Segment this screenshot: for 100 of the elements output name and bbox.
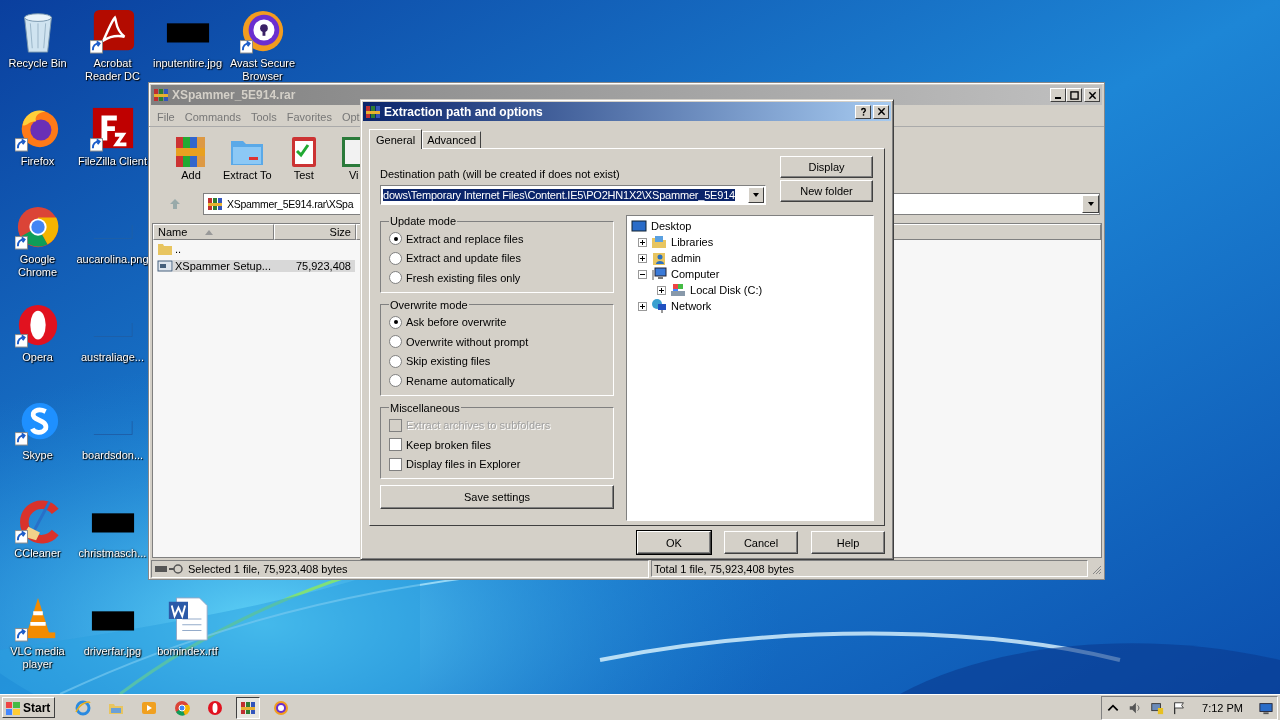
tab[interactable]: General — [369, 129, 423, 149]
monitor-icon[interactable] — [1259, 700, 1273, 715]
ccleaner-icon[interactable] — [14, 498, 61, 544]
minimize-button[interactable] — [1050, 88, 1066, 102]
icon-label: bomindex.rtf — [156, 645, 219, 658]
icon-label: VLC media player — [9, 645, 66, 671]
group-title: Update mode — [389, 215, 458, 227]
maximize-icon — [1069, 90, 1079, 100]
avast-icon — [273, 699, 290, 716]
checkbox[interactable] — [389, 438, 402, 452]
dropdown-button[interactable] — [1082, 195, 1099, 213]
icon-label: Opera — [21, 351, 54, 364]
tree-item[interactable]: Network — [671, 300, 712, 312]
expander-icon[interactable] — [638, 253, 647, 263]
taskbar-button[interactable] — [236, 696, 261, 719]
destination-path-field[interactable]: dows\Temporary Internet Files\Content.IE5\PO2HN1X2\XSpammer_5E914 — [380, 185, 766, 205]
radio-button[interactable] — [389, 251, 402, 265]
dialog-button[interactable]: Cancel — [724, 531, 798, 554]
drive-key-icon — [154, 563, 184, 575]
globe-icon — [75, 699, 92, 716]
icon-label: boardsdon... — [80, 449, 145, 462]
play-icon — [141, 699, 158, 716]
icon-label: aucarolina.png — [75, 253, 150, 266]
up-arrow-icon — [169, 198, 181, 210]
archive-icon — [207, 196, 223, 212]
option-label: Rename automatically — [406, 374, 515, 387]
close-icon — [876, 107, 886, 116]
checkbox[interactable] — [389, 457, 402, 471]
icon-label: driverfar.jpg — [82, 645, 143, 658]
close-icon — [1087, 90, 1097, 100]
option-label: Skip existing files — [406, 355, 491, 368]
toolbar-button[interactable]: Extract To — [217, 131, 278, 189]
help-button[interactable] — [855, 104, 871, 119]
tab[interactable]: Advanced — [422, 131, 482, 148]
desktop-icon — [631, 218, 647, 234]
close-button[interactable] — [1084, 88, 1100, 102]
dialog-button[interactable]: Display — [780, 156, 873, 178]
group-title: Overwrite mode — [389, 298, 469, 311]
icon-label: Skype — [21, 449, 54, 462]
user-icon — [651, 250, 667, 266]
icon-label: FileZilla Client — [76, 155, 149, 168]
tree-item[interactable]: Desktop — [651, 220, 692, 232]
dialog-button[interactable]: OK — [637, 531, 711, 554]
maximize-button[interactable] — [1066, 88, 1082, 102]
toolbar-button[interactable]: Add — [167, 131, 215, 189]
dialog-button[interactable]: New folder — [780, 180, 873, 202]
skype-icon[interactable] — [14, 400, 61, 446]
option-label: Extract and replace files — [406, 232, 524, 245]
tree-item[interactable]: admin — [671, 252, 701, 264]
expander-icon[interactable] — [638, 269, 647, 279]
icon-label: Firefox — [19, 155, 56, 168]
file-name[interactable]: .. — [173, 242, 275, 255]
option-label: Display files in Explorer — [406, 458, 521, 471]
radio-button[interactable] — [389, 232, 402, 246]
status-text: Total 1 file, 75,923,408 bytes — [651, 560, 1088, 577]
clock[interactable]: 7:12 PM — [1194, 701, 1251, 714]
file-name[interactable]: XSpammer Setup... — [173, 259, 275, 272]
expander-icon[interactable] — [638, 301, 647, 311]
icon-label: australiage... — [80, 351, 145, 364]
icon-label: inputentire.jpg — [151, 57, 224, 70]
tree-item[interactable]: Local Disk (C:) — [690, 284, 763, 296]
chrome-icon — [174, 699, 191, 716]
minimize-icon — [1055, 96, 1061, 99]
chrome-icon[interactable] — [14, 204, 61, 250]
icon-label: Recycle Bin — [7, 57, 68, 70]
save-settings-button[interactable]: Save settings — [380, 485, 614, 509]
dropdown-button[interactable] — [748, 187, 764, 203]
expander-icon[interactable] — [638, 237, 647, 247]
radio-button[interactable] — [389, 271, 402, 285]
question-mark-icon — [858, 107, 868, 116]
expander-icon[interactable] — [657, 285, 666, 295]
group-title: Miscellaneous — [389, 401, 461, 414]
radio-button[interactable] — [389, 354, 402, 368]
flag-icon[interactable] — [1172, 700, 1187, 715]
tree-item[interactable]: Computer — [671, 268, 720, 280]
toolbar-button[interactable]: Test — [279, 131, 328, 189]
file-size: 75,923,408 — [275, 259, 355, 272]
radio-button[interactable] — [389, 374, 402, 388]
archive-icon — [365, 103, 381, 120]
radio-button[interactable] — [389, 315, 402, 329]
close-button[interactable] — [873, 104, 889, 119]
dropdown-arrow-icon — [1086, 200, 1095, 208]
network-icon — [651, 298, 667, 314]
start-button[interactable]: Start — [2, 697, 56, 718]
computer-icon — [651, 266, 667, 282]
pdf-icon[interactable] — [89, 8, 136, 54]
books-icon — [240, 699, 257, 716]
option-label: Keep broken files — [406, 438, 491, 451]
tree-item[interactable]: Libraries — [671, 236, 714, 248]
column-header[interactable]: Size — [274, 224, 356, 240]
filezilla-icon[interactable] — [89, 106, 136, 152]
network-icon[interactable] — [1150, 700, 1165, 715]
dialog-button[interactable]: Help — [811, 531, 885, 554]
radio-button[interactable] — [389, 335, 402, 349]
option-label: Extract and update files — [406, 252, 521, 265]
option-label: Ask before overwrite — [406, 316, 507, 329]
column-header[interactable]: Name — [153, 224, 274, 240]
icon-label: christmasch... — [77, 547, 148, 560]
opera-icon — [207, 699, 224, 716]
avast-icon[interactable] — [239, 8, 286, 54]
